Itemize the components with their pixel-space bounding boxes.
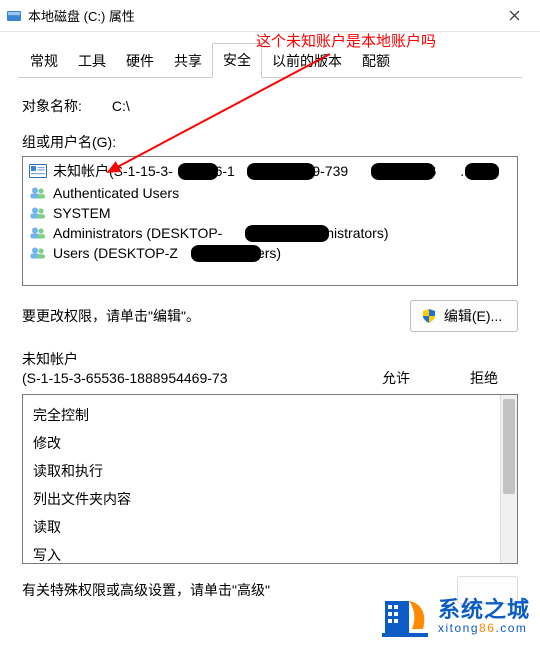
- redaction: [178, 163, 218, 180]
- scrollbar-thumb[interactable]: [503, 399, 515, 494]
- users-icon: [29, 225, 47, 241]
- watermark: 系统之城 xitong86.com: [382, 595, 530, 639]
- list-item-system[interactable]: SYSTEM: [23, 203, 517, 223]
- groups-listbox[interactable]: 未知帐户(S-1-15-3-36-1469-739-166... Authent…: [22, 156, 518, 286]
- watermark-cn: 系统之城: [438, 599, 530, 621]
- advanced-hint: 有关特殊权限或高级设置，请单击"高级": [22, 580, 270, 600]
- redaction: [371, 163, 435, 180]
- users-icon: [29, 205, 47, 221]
- redaction: [191, 245, 261, 262]
- tab-hardware[interactable]: 硬件: [116, 45, 164, 78]
- drive-icon: [6, 8, 22, 24]
- edit-button-label: 编辑(E)...: [444, 306, 502, 326]
- redaction: [465, 163, 499, 180]
- titlebar: 本地磁盘 (C:) 属性: [0, 0, 540, 32]
- column-allow: 允许: [382, 368, 410, 388]
- perm-item-read[interactable]: 读取: [33, 513, 490, 541]
- perm-account-sid: (S-1-15-3-65536-1888954469-73: [22, 369, 227, 388]
- users-icon: [29, 185, 47, 201]
- list-item-unknown-account[interactable]: 未知帐户(S-1-15-3-36-1469-739-166...: [23, 159, 517, 183]
- column-deny: 拒绝: [470, 368, 498, 388]
- tab-security[interactable]: 安全: [212, 43, 262, 78]
- edit-hint-row: 要更改权限，请单击"编辑"。 编辑(E)...: [22, 300, 518, 332]
- watermark-logo-icon: [382, 595, 428, 639]
- permissions-listbox[interactable]: 完全控制 修改 读取和执行 列出文件夹内容 读取 写入: [22, 394, 518, 564]
- perm-item-list-folder[interactable]: 列出文件夹内容: [33, 485, 490, 513]
- tab-general[interactable]: 常规: [20, 45, 68, 78]
- list-item-authenticated-users[interactable]: Authenticated Users: [23, 183, 517, 203]
- list-item-text: SYSTEM: [53, 205, 111, 221]
- watermark-en: xitong86.com: [438, 621, 530, 635]
- close-button[interactable]: [494, 2, 534, 30]
- list-item-text: Administrators (DESKTOP-Administrators): [53, 225, 388, 241]
- shield-icon: [422, 309, 436, 323]
- object-name-row: 对象名称: C:\: [22, 96, 518, 116]
- redaction: [247, 163, 315, 180]
- permissions-header: 未知帐户 (S-1-15-3-65536-1888954469-73 允许 拒绝: [22, 350, 518, 388]
- list-item-administrators[interactable]: Administrators (DESKTOP-Administrators): [23, 223, 517, 243]
- perm-item-write[interactable]: 写入: [33, 541, 490, 569]
- perm-account-name: 未知帐户: [22, 350, 227, 369]
- tab-content: 对象名称: C:\ 组或用户名(G): 未知帐户(S-1-15-3-36-146…: [0, 78, 540, 604]
- tab-quota[interactable]: 配额: [352, 45, 400, 78]
- tab-strip: 常规 工具 硬件 共享 安全 以前的版本 配额: [0, 46, 540, 78]
- list-item-text: Authenticated Users: [53, 185, 179, 201]
- tab-sharing[interactable]: 共享: [164, 45, 212, 78]
- id-card-icon: [29, 163, 47, 179]
- window-title: 本地磁盘 (C:) 属性: [28, 6, 494, 25]
- perm-item-full-control[interactable]: 完全控制: [33, 401, 490, 429]
- redaction: [245, 225, 329, 242]
- edit-button[interactable]: 编辑(E)...: [410, 300, 518, 332]
- edit-hint: 要更改权限，请单击"编辑"。: [22, 306, 200, 326]
- tab-tools[interactable]: 工具: [68, 45, 116, 78]
- object-name-value: C:\: [112, 98, 130, 114]
- object-name-label: 对象名称:: [22, 96, 82, 116]
- groups-label: 组或用户名(G):: [22, 132, 518, 152]
- list-item-users[interactable]: Users (DESKTOP-Z\Users): [23, 243, 517, 263]
- perm-item-read-execute[interactable]: 读取和执行: [33, 457, 490, 485]
- tab-previous-versions[interactable]: 以前的版本: [262, 45, 352, 78]
- users-icon: [29, 245, 47, 261]
- watermark-text: 系统之城 xitong86.com: [438, 599, 530, 635]
- scrollbar[interactable]: [500, 395, 517, 563]
- perm-item-modify[interactable]: 修改: [33, 429, 490, 457]
